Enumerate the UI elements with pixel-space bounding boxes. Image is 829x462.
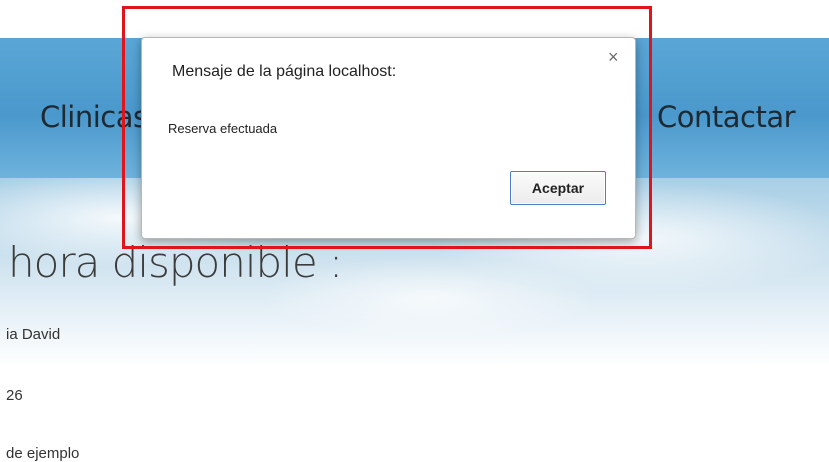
nav-link-contactar[interactable]: Contactar [657,100,796,134]
alert-dialog: Mensaje de la página localhost: × Reserv… [141,37,636,239]
field-value-description: de ejemplo [6,445,80,462]
field-value-name: ia David [6,326,61,343]
field-value-number: 26 [6,387,23,404]
accept-button[interactable]: Aceptar [510,171,606,205]
close-icon[interactable]: × [608,48,619,66]
dialog-title: Mensaje de la página localhost: [172,63,397,80]
dialog-message: Reserva efectuada [168,121,278,136]
nav-link-clinicas[interactable]: Clinicas [40,100,148,134]
page-title: hora disponible : [8,238,343,287]
